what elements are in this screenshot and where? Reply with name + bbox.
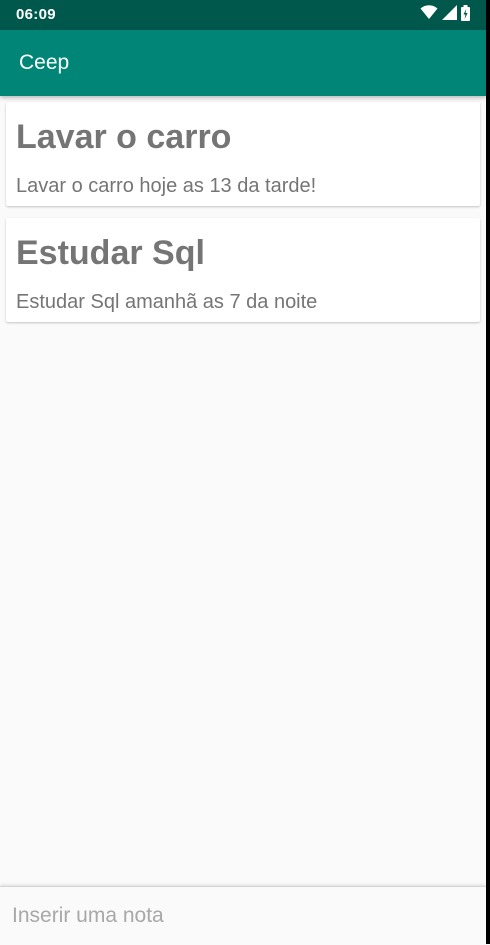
note-input[interactable]	[12, 901, 472, 931]
status-icons	[420, 4, 470, 26]
note-description: Lavar o carro hoje as 13 da tarde!	[16, 175, 317, 197]
app-bar: Ceep	[0, 30, 486, 96]
note-input-bar	[0, 886, 486, 945]
note-title: Lavar o carro	[16, 118, 232, 156]
note-card[interactable]: Estudar Sql Estudar Sql amanhã as 7 da n…	[6, 218, 480, 322]
status-time: 06:09	[16, 6, 56, 23]
screen-edge	[486, 0, 490, 944]
status-bar: 06:09	[0, 0, 486, 30]
wifi-icon	[420, 5, 438, 25]
app-title: Ceep	[19, 51, 70, 74]
note-description: Estudar Sql amanhã as 7 da noite	[16, 291, 318, 313]
battery-icon	[461, 4, 470, 26]
signal-icon	[442, 5, 457, 25]
note-title: Estudar Sql	[16, 234, 205, 272]
note-card[interactable]: Lavar o carro Lavar o carro hoje as 13 d…	[6, 102, 480, 206]
